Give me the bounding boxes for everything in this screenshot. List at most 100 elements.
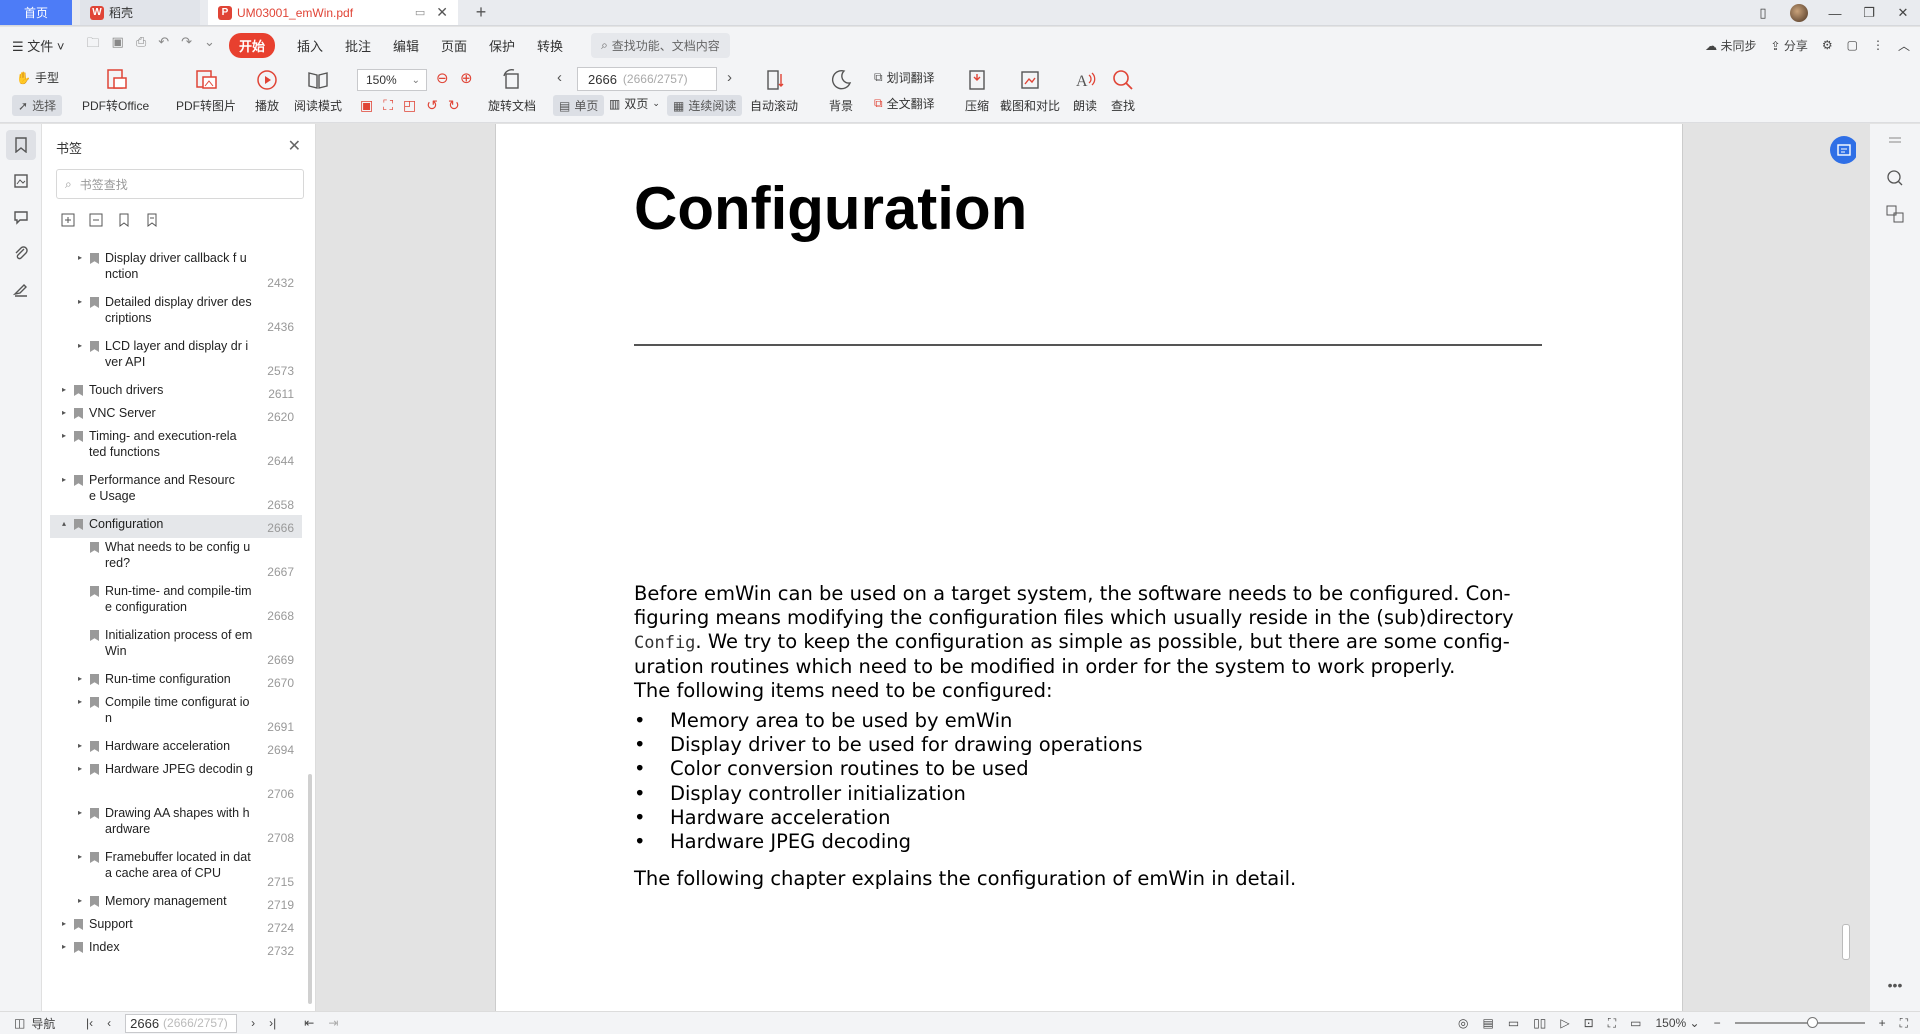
- close-icon[interactable]: ✕: [288, 136, 301, 156]
- minimize-icon[interactable]: —: [1818, 6, 1852, 21]
- bookmark-item[interactable]: ▸ Support 2724: [50, 915, 302, 938]
- rotate-right-icon[interactable]: ↻: [448, 97, 460, 114]
- bookmark-search-input[interactable]: ⌕ 书签查找: [56, 169, 304, 199]
- expand-all-icon[interactable]: [60, 212, 76, 228]
- status-zoom-select[interactable]: 150% ⌄: [1655, 1016, 1699, 1030]
- menu-comment[interactable]: 批注: [345, 36, 371, 55]
- more-icon[interactable]: ⋮: [1872, 38, 1884, 52]
- expand-toggle-icon[interactable]: ▸: [74, 808, 86, 817]
- file-menu[interactable]: ☰ 文件 ˅: [12, 36, 65, 55]
- zoom-out-icon[interactable]: −: [1714, 1016, 1721, 1030]
- rotate-document-button[interactable]: 旋转文档: [488, 67, 536, 114]
- customize-icon[interactable]: ⌄: [204, 34, 215, 56]
- pin-tab-icon[interactable]: ▭: [415, 6, 425, 19]
- play-button[interactable]: 播放: [254, 67, 280, 114]
- restore-icon[interactable]: ❐: [1852, 5, 1886, 21]
- settings-icon[interactable]: ⚙: [1822, 38, 1833, 52]
- fit-page-icon[interactable]: ⛶: [383, 97, 393, 114]
- full-translate-button[interactable]: ⧉ 全文翻译: [874, 95, 935, 112]
- expand-toggle-icon[interactable]: ▸: [58, 408, 70, 417]
- expand-toggle-icon[interactable]: ▸: [74, 253, 86, 262]
- pdf-to-office-button[interactable]: PDF转Office: [82, 67, 149, 114]
- menu-edit[interactable]: 编辑: [393, 36, 419, 55]
- rotate-left-icon[interactable]: ↺: [426, 97, 438, 114]
- expand-toggle-icon[interactable]: ▸: [74, 341, 86, 350]
- auto-scroll-button[interactable]: 自动滚动: [750, 67, 798, 114]
- thumbnail-icon[interactable]: [6, 166, 36, 196]
- fit-page-icon[interactable]: ⛶: [1608, 1016, 1616, 1031]
- close-window-icon[interactable]: ✕: [1886, 5, 1920, 21]
- bookmark-item[interactable]: ▸ Run-time configuration 2670: [50, 670, 302, 693]
- forward-view-icon[interactable]: ⇥: [328, 1016, 338, 1030]
- bookmark-panel-icon[interactable]: [6, 130, 36, 160]
- compress-button[interactable]: 压缩: [964, 67, 990, 114]
- open-folder-icon[interactable]: 🗀: [87, 34, 100, 56]
- bookmark-item[interactable]: ▸ Display driver callback f unction 2432: [50, 249, 302, 293]
- zoom-in-icon[interactable]: +: [1879, 1016, 1886, 1030]
- document-scroll-thumb[interactable]: [1842, 924, 1850, 960]
- continuous-read-button[interactable]: ▦ 连续阅读: [667, 95, 743, 116]
- next-page-icon[interactable]: ›: [251, 1016, 255, 1030]
- signature-icon[interactable]: [6, 274, 36, 304]
- fit-width-icon[interactable]: ◰: [403, 97, 416, 114]
- more-options-icon[interactable]: •••: [1883, 973, 1907, 997]
- bookmark-item[interactable]: ▸ Drawing AA shapes with hardware 2708: [50, 804, 302, 848]
- expand-toggle-icon[interactable]: ▸: [74, 852, 86, 861]
- expand-toggle-icon[interactable]: ▸: [74, 697, 86, 706]
- background-button[interactable]: 背景: [828, 67, 854, 114]
- expand-toggle-icon[interactable]: ▸: [58, 431, 70, 440]
- expand-toggle-icon[interactable]: ▸: [58, 475, 70, 484]
- bookmark-item[interactable]: ▸ Performance and Resource Usage 2658: [50, 471, 302, 515]
- double-mode-icon[interactable]: ▯▯: [1533, 1016, 1546, 1030]
- bookmark-item[interactable]: Initialization process of emWin 2669: [50, 626, 302, 670]
- play-mode-icon[interactable]: ▷: [1560, 1016, 1569, 1030]
- tab-home[interactable]: 首页: [0, 0, 72, 25]
- single-page-button[interactable]: ▤ 单页: [553, 95, 605, 116]
- collapse-all-icon[interactable]: [88, 212, 104, 228]
- menu-convert[interactable]: 转换: [537, 36, 563, 55]
- zoom-out-icon[interactable]: ⊖: [436, 69, 449, 87]
- bookmark-item[interactable]: ▸ Detailed display driver descriptions 243…: [50, 293, 302, 337]
- menu-insert[interactable]: 插入: [297, 36, 323, 55]
- fit-width-icon[interactable]: ▭: [1630, 1016, 1641, 1030]
- last-page-icon[interactable]: ›|: [269, 1016, 276, 1030]
- hand-tool-button[interactable]: ✋ 手型: [16, 69, 59, 86]
- right-panel-toggle-icon[interactable]: [1883, 130, 1907, 154]
- menu-start[interactable]: 开始: [228, 32, 275, 58]
- comment-panel-icon[interactable]: [6, 202, 36, 232]
- avatar[interactable]: [1790, 4, 1808, 22]
- delete-bookmark-icon[interactable]: [144, 212, 160, 228]
- actual-size-icon[interactable]: ▣: [360, 97, 373, 114]
- first-page-icon[interactable]: |‹: [86, 1016, 93, 1030]
- status-page-input[interactable]: 2666 (2666/2757): [125, 1013, 238, 1033]
- zoom-in-icon[interactable]: ⊕: [460, 69, 473, 87]
- bookmark-item[interactable]: ▸ Memory management 2719: [50, 892, 302, 915]
- expand-toggle-icon[interactable]: ▸: [74, 764, 86, 773]
- navigation-toggle[interactable]: ◫ 导航: [14, 1015, 55, 1032]
- close-tab-icon[interactable]: ✕: [436, 4, 448, 21]
- reader-view-icon[interactable]: ▯: [1746, 5, 1780, 21]
- comment-icon[interactable]: ▢: [1847, 38, 1858, 52]
- expand-toggle-icon[interactable]: ▸: [58, 942, 70, 951]
- undo-icon[interactable]: ↶: [158, 34, 169, 56]
- continuous-mode-icon[interactable]: ▤: [1483, 1016, 1494, 1030]
- bookmark-item[interactable]: ▸ VNC Server 2620: [50, 404, 302, 427]
- fullscreen-icon[interactable]: ⛶: [1900, 1016, 1908, 1031]
- zoom-slider-knob[interactable]: [1806, 1017, 1818, 1028]
- zoom-slider[interactable]: [1734, 1017, 1865, 1028]
- menu-page[interactable]: 页面: [441, 36, 467, 55]
- bookmark-item[interactable]: ▸ Compile time configurat ion 2691: [50, 693, 302, 737]
- expand-toggle-icon[interactable]: ▸: [74, 896, 86, 905]
- attachment-icon[interactable]: [6, 238, 36, 268]
- document-scrollbar[interactable]: [1839, 124, 1851, 1011]
- new-tab-button[interactable]: +: [468, 0, 494, 25]
- word-translate-button[interactable]: ⧉ 划词翻译: [874, 69, 935, 86]
- panel-scrollbar[interactable]: [308, 774, 312, 1004]
- bookmark-item[interactable]: ▸ Framebuffer located in data cache area …: [50, 848, 302, 892]
- bookmark-item[interactable]: ▸ Hardware acceleration 2694: [50, 737, 302, 760]
- prev-page-icon[interactable]: ‹: [557, 69, 562, 86]
- bookmark-item[interactable]: ▸ LCD layer and display dr iver API 2573: [50, 337, 302, 381]
- tab-wps[interactable]: W 稻壳: [80, 0, 200, 25]
- find-button[interactable]: 查找: [1110, 67, 1136, 114]
- bookmark-item[interactable]: ▸ Touch drivers 2611: [50, 381, 302, 404]
